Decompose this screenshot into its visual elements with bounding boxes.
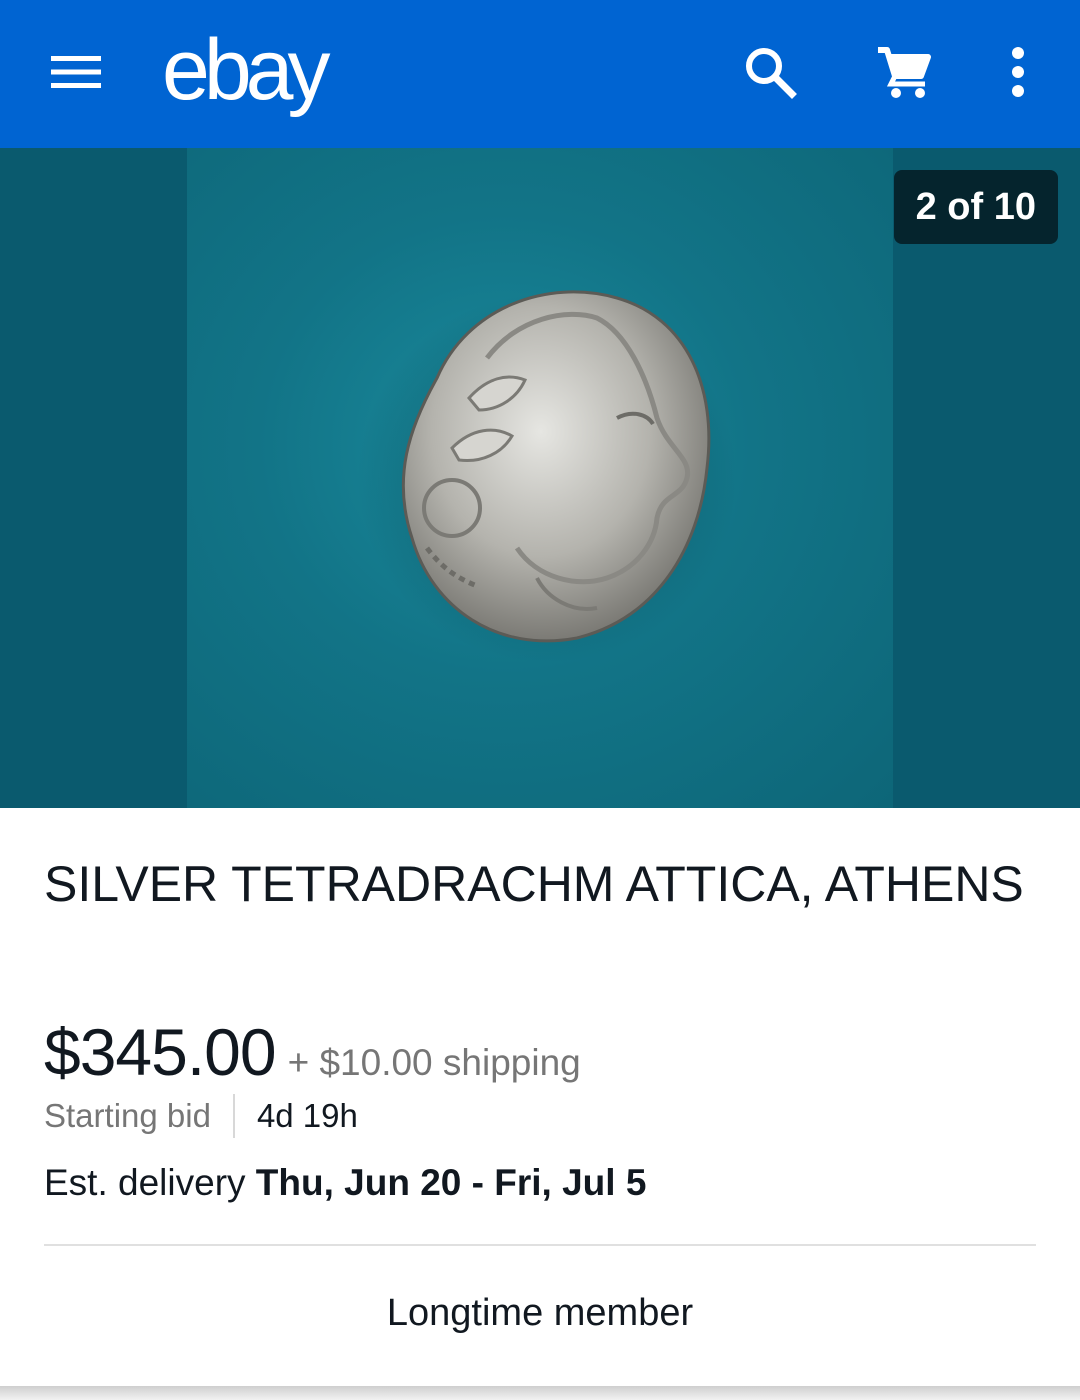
- seller-badge: Longtime member: [386, 1292, 694, 1334]
- coin-image: [357, 290, 737, 663]
- bid-type-label: Starting bid: [44, 1097, 211, 1134]
- bid-info-row: Starting bid 4d 19h: [44, 1094, 358, 1138]
- delivery-label: Est. delivery: [44, 1162, 246, 1203]
- cart-button[interactable]: [864, 36, 944, 108]
- listing-title: SILVER TETRADRACHM ATTICA, ATHENS: [44, 856, 1024, 912]
- search-button[interactable]: [730, 36, 810, 108]
- menu-icon: [51, 56, 101, 88]
- section-divider: [44, 1244, 1036, 1246]
- time-left: 4d 19h: [256, 1097, 358, 1134]
- more-vert-icon: [1012, 47, 1024, 97]
- price: $345.00: [44, 1015, 277, 1089]
- search-icon: [746, 48, 797, 99]
- cart-icon: [878, 47, 931, 98]
- menu-button[interactable]: [36, 36, 116, 108]
- vertical-divider: [232, 1094, 235, 1138]
- app-bar: ebay: [0, 0, 1080, 148]
- delivery-dates: Thu, Jun 20 - Fri, Jul 5: [255, 1162, 647, 1203]
- estimated-delivery: Est. delivery Thu, Jun 20 - Fri, Jul 5: [44, 1162, 646, 1204]
- more-options-button[interactable]: [988, 36, 1048, 108]
- silver-coin-photo: [187, 148, 893, 808]
- bottom-edge-shadow: [0, 1386, 1080, 1400]
- image-counter: 2 of 10: [893, 170, 1058, 244]
- image-gallery[interactable]: 2 of 10: [0, 148, 1080, 808]
- price-row: $345.00 + $10.00 shipping: [44, 1014, 581, 1090]
- ebay-logo[interactable]: ebay: [162, 20, 330, 120]
- shipping-cost: + $10.00 shipping: [287, 1042, 581, 1083]
